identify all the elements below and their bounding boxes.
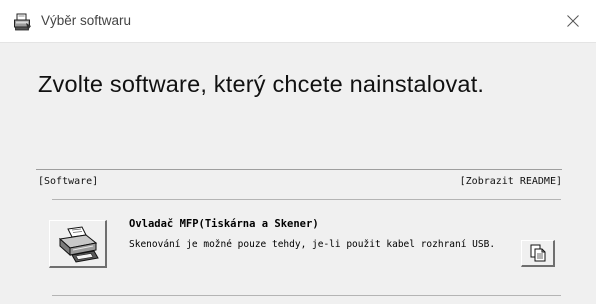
window-title: Výběr softwaru <box>41 13 132 28</box>
installer-window: Výběr softwaru Zvolte software, který ch… <box>0 0 596 304</box>
list-bottom-divider <box>52 295 561 296</box>
close-icon <box>567 15 579 27</box>
readme-column-label: [Zobrazit README] <box>459 176 562 187</box>
title-bar: Výběr softwaru <box>0 0 596 43</box>
software-description: Skenování je možné pouze tehdy, je-li po… <box>129 239 496 250</box>
list-top-divider <box>52 199 561 200</box>
printer-scanner-icon <box>58 225 99 263</box>
documents-icon <box>530 244 545 262</box>
section-divider <box>36 169 562 170</box>
app-icon <box>13 12 33 32</box>
page-heading: Zvolte software, který chcete nainstalov… <box>38 71 485 97</box>
install-mfp-driver-button[interactable] <box>49 220 107 268</box>
software-column-label: [Software] <box>38 176 99 187</box>
software-name: Ovladač MFP(Tiskárna a Skener) <box>129 218 319 230</box>
readme-button[interactable] <box>521 240 555 267</box>
close-button[interactable] <box>550 0 596 42</box>
